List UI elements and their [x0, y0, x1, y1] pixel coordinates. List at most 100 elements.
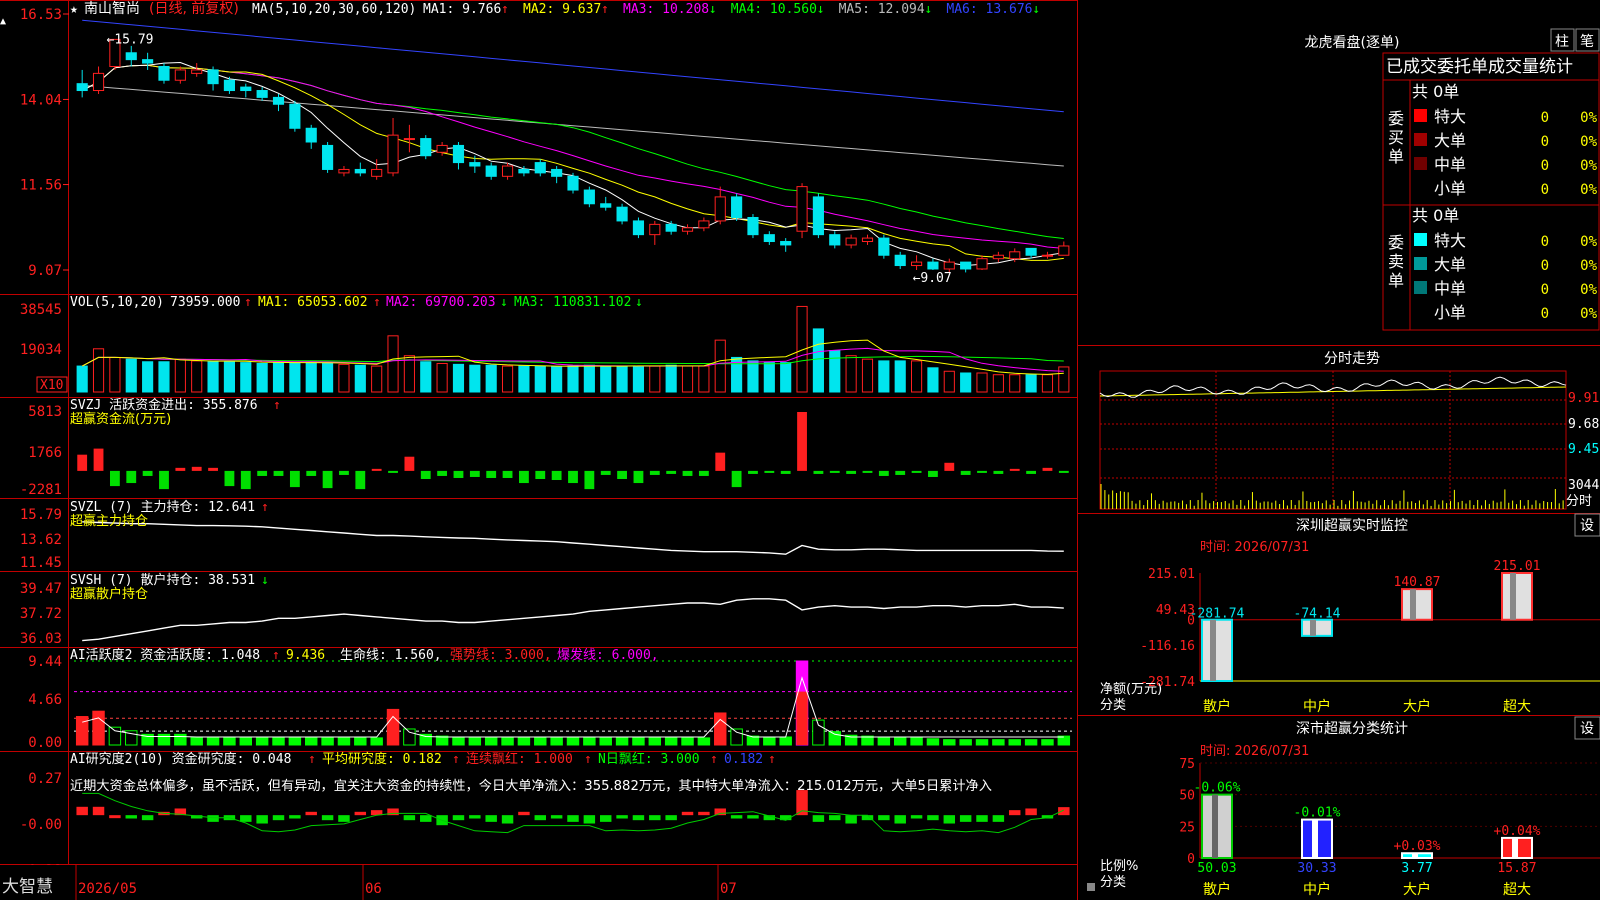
svzj-bar[interactable]: [519, 470, 529, 484]
ai-active-bar[interactable]: [92, 710, 105, 746]
candle[interactable]: [256, 90, 268, 98]
svzj-bar[interactable]: [551, 470, 562, 481]
candle[interactable]: [518, 168, 530, 174]
ai-research-bar[interactable]: [730, 815, 743, 819]
svzj-bar[interactable]: [208, 467, 218, 471]
svzj-bar[interactable]: [895, 470, 906, 475]
ai-active-bar[interactable]: [534, 737, 547, 746]
svzj-bar[interactable]: [142, 470, 153, 476]
volume-bar[interactable]: [763, 362, 775, 393]
ai-active-bar[interactable]: [484, 737, 498, 746]
ai-active-bar[interactable]: [386, 708, 400, 746]
svzj-bar[interactable]: [846, 470, 857, 474]
volume-bar[interactable]: [92, 348, 105, 393]
candle[interactable]: [387, 134, 399, 174]
ai-active-bar[interactable]: [615, 737, 629, 746]
candle[interactable]: [600, 203, 612, 208]
svzj-bar[interactable]: [960, 470, 971, 475]
stock-chart-canvas[interactable]: 16.53 14.04 11.56 9.07 ←15.79 ←9.07 ★ 南山智尚 (日线, …: [0, 0, 1600, 900]
svzj-bar[interactable]: [698, 470, 709, 476]
candle[interactable]: [927, 261, 939, 270]
ai-research-bar[interactable]: [698, 811, 710, 816]
ai-active-bar[interactable]: [975, 739, 989, 746]
volume-bar[interactable]: [289, 362, 301, 393]
svzj-bar[interactable]: [911, 470, 922, 473]
svzj-bar[interactable]: [240, 470, 251, 490]
volume-bar[interactable]: [403, 355, 415, 393]
candle[interactable]: [191, 69, 203, 74]
ai-research-bar[interactable]: [747, 815, 759, 819]
svzj-bar[interactable]: [944, 462, 955, 471]
candle[interactable]: [665, 223, 677, 232]
svzj-bar[interactable]: [1026, 470, 1037, 474]
svzj-bar[interactable]: [355, 470, 366, 490]
candle[interactable]: [698, 220, 710, 229]
volume-bar[interactable]: [780, 362, 792, 393]
ai-active-bar[interactable]: [157, 733, 171, 746]
svzj-bar[interactable]: [175, 467, 186, 471]
candle[interactable]: [583, 189, 595, 205]
svzj-bar[interactable]: [829, 470, 840, 473]
candle[interactable]: [551, 168, 563, 177]
svzj-bar[interactable]: [159, 470, 169, 490]
candle[interactable]: [1041, 254, 1054, 257]
candle[interactable]: [240, 86, 252, 92]
volume-bar[interactable]: [812, 328, 824, 393]
ai-research-bar[interactable]: [927, 815, 939, 821]
ai-active-bar[interactable]: [632, 737, 645, 746]
candle[interactable]: [92, 72, 105, 92]
candle[interactable]: [845, 237, 857, 246]
candle[interactable]: [796, 186, 808, 232]
svzj-bar[interactable]: [731, 470, 742, 488]
candle[interactable]: [1058, 245, 1070, 256]
ai-research-bar[interactable]: [338, 815, 350, 822]
ai-active-bar[interactable]: [550, 737, 563, 746]
volume-bar[interactable]: [207, 361, 219, 393]
volume-bar[interactable]: [698, 365, 710, 393]
volume-bar[interactable]: [469, 364, 481, 393]
candle[interactable]: [403, 138, 415, 141]
ai-active-bar[interactable]: [223, 736, 236, 746]
candle[interactable]: [649, 223, 661, 236]
volume-bar[interactable]: [354, 364, 366, 393]
volume-bar[interactable]: [600, 365, 612, 393]
ai-active-bar[interactable]: [321, 737, 334, 746]
ai-research-bar[interactable]: [550, 815, 563, 819]
volume-bar[interactable]: [158, 361, 170, 393]
ai-research-bar[interactable]: [681, 811, 694, 816]
candle[interactable]: [861, 237, 874, 243]
ai-active-bar[interactable]: [288, 736, 302, 746]
ai-active-bar[interactable]: [108, 726, 122, 746]
ai-active-bar[interactable]: [370, 737, 383, 746]
ai-research-bar[interactable]: [649, 815, 661, 821]
candle[interactable]: [534, 162, 546, 174]
ai-active-bar[interactable]: [452, 736, 465, 746]
candle[interactable]: [223, 79, 235, 92]
ai-research-bar[interactable]: [403, 815, 416, 821]
volume-bar[interactable]: [485, 364, 497, 393]
volume-bar[interactable]: [272, 362, 285, 393]
ai-active-bar[interactable]: [828, 731, 841, 746]
svzj-bar[interactable]: [109, 470, 120, 487]
candle[interactable]: [371, 168, 383, 177]
ai-active-bar[interactable]: [272, 736, 285, 746]
svzj-bar[interactable]: [780, 470, 791, 474]
monitor-bar[interactable]: [1501, 572, 1533, 621]
svzj-bar[interactable]: [878, 470, 889, 476]
candle[interactable]: [911, 261, 923, 267]
volume-bar[interactable]: [976, 372, 988, 393]
svzj-bar[interactable]: [977, 470, 987, 473]
volume-bar[interactable]: [583, 364, 595, 393]
candle[interactable]: [207, 69, 219, 85]
candle[interactable]: [780, 241, 792, 246]
ai-research-bar[interactable]: [910, 815, 923, 819]
ai-research-bar[interactable]: [894, 815, 906, 824]
candle[interactable]: [354, 168, 366, 174]
monitor-bar[interactable]: [1301, 618, 1333, 637]
ai-active-bar[interactable]: [1041, 739, 1054, 746]
volume-bar[interactable]: [518, 365, 530, 393]
ai-active-bar[interactable]: [337, 737, 351, 746]
ai-research-bar[interactable]: [992, 815, 1005, 822]
candle[interactable]: [731, 196, 743, 218]
ai-active-bar[interactable]: [943, 739, 956, 746]
